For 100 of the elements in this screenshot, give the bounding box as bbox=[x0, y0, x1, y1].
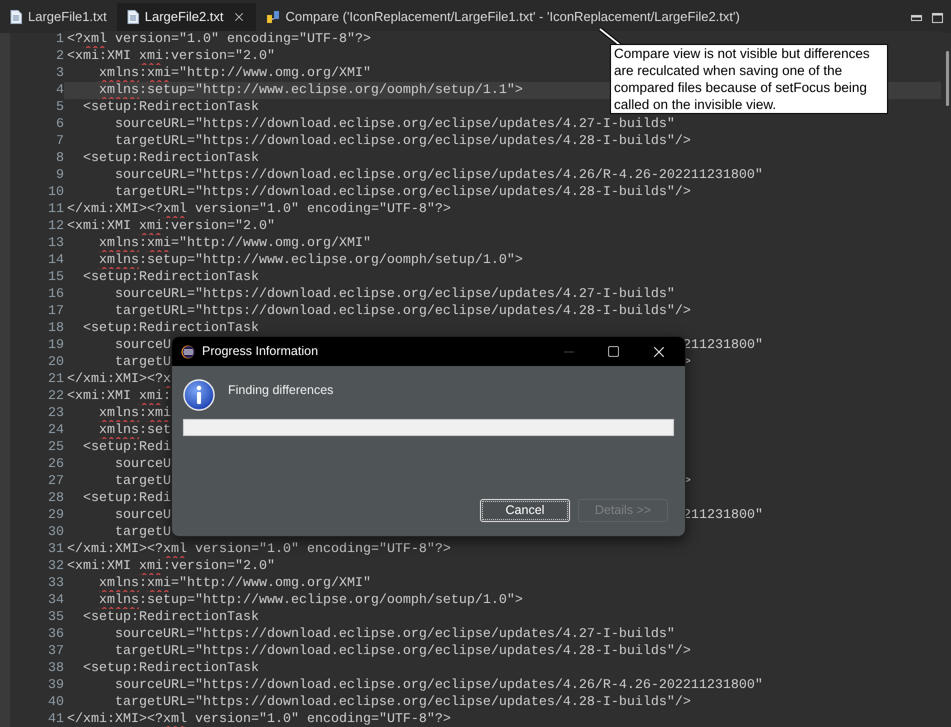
line-number: 4 bbox=[55, 82, 64, 99]
annotation-callout: Compare view is not visible but differences are reculcated when saving one of the compared files because of setFocus being called on the invisible view. bbox=[610, 44, 888, 114]
line-number: 31 bbox=[47, 541, 64, 558]
editor-tab[interactable]: LargeFile2.txt bbox=[116, 3, 256, 33]
code-line: </xmi:XMI><?xml version="1.0" encoding="UTF-8"?> bbox=[67, 201, 451, 218]
line-number: 5 bbox=[55, 99, 64, 116]
dialog-title: Progress Information bbox=[202, 343, 318, 360]
compare-icon bbox=[266, 10, 280, 24]
code-line: <xmi:XMI xmi:version="2.0" bbox=[67, 218, 275, 235]
code-line: <setup:Redi bbox=[82, 439, 171, 456]
line-number: 12 bbox=[47, 218, 64, 235]
code-line: <xmi:XMI xmi: bbox=[67, 388, 171, 405]
scrollbar-thumb[interactable] bbox=[946, 51, 949, 106]
line-number: 24 bbox=[47, 422, 64, 439]
line-number: 40 bbox=[47, 694, 64, 711]
line-number: 39 bbox=[47, 677, 64, 694]
code-line: sourceU bbox=[114, 337, 171, 354]
code-line: targetURL="https://download.eclipse.org/eclipse/updates/4.28-I-builds"/> bbox=[114, 184, 691, 201]
line-number: 37 bbox=[47, 643, 64, 660]
code-line: <setup:RedirectionTask bbox=[82, 269, 259, 286]
line-number: 23 bbox=[47, 405, 64, 422]
line-number: 33 bbox=[47, 575, 64, 592]
code-line: xmlns:xmi="http://www.omg.org/XMI" bbox=[98, 575, 371, 592]
code-line: <setup:RedirectionTask bbox=[82, 99, 259, 116]
code-line: <?xml version="1.0" encoding="UTF-8"?> bbox=[67, 31, 371, 48]
code-line: targetURL="https://download.eclipse.org/eclipse/updates/4.28-I-builds"/> bbox=[114, 133, 691, 150]
code-line: <setup:Redi bbox=[82, 490, 171, 507]
line-number: 14 bbox=[47, 252, 64, 269]
code-line: <setup:RedirectionTask bbox=[82, 660, 259, 677]
line-number: 21 bbox=[47, 371, 64, 388]
code-line: xmlns:setup="http://www.eclipse.org/oomph/setup/1.0"> bbox=[98, 592, 523, 609]
code-line: <setup:RedirectionTask bbox=[82, 320, 259, 337]
line-number: 30 bbox=[47, 524, 64, 541]
view-minimize-icon[interactable] bbox=[911, 15, 922, 21]
code-line: xmlns:setup="http://www.eclipse.org/oomph/setup/1.1"> bbox=[98, 82, 523, 99]
line-number: 10 bbox=[47, 184, 64, 201]
code-line: targetU bbox=[114, 354, 171, 371]
line-number: 2 bbox=[55, 48, 64, 65]
line-number: 35 bbox=[47, 609, 64, 626]
code-line: <xmi:XMI xmi:version="2.0" bbox=[67, 48, 275, 65]
code-line: targetU bbox=[114, 524, 171, 541]
code-line: targetURL="https://download.eclipse.org/eclipse/updates/4.28-I-builds"/> bbox=[114, 643, 691, 660]
code-line: sourceURL="https://download.eclipse.org/eclipse/updates/4.27-I-builds" bbox=[114, 286, 675, 303]
code-line: sourceURL="https://download.eclipse.org/eclipse/updates/4.26/R-4.26-202211231800" bbox=[114, 677, 763, 694]
code-line: </xmi:XMI><?xml version="1.0" encoding="UTF-8"?> bbox=[67, 711, 451, 727]
app-icon bbox=[181, 344, 195, 358]
line-number: 16 bbox=[47, 286, 64, 303]
info-icon bbox=[183, 379, 215, 411]
code-line: xmlns:set bbox=[98, 422, 171, 439]
dialog-button[interactable]: Cancel bbox=[480, 499, 570, 522]
editor-tab[interactable]: LargeFile1.txt bbox=[0, 3, 117, 33]
code-line: <xmi:XMI xmi:version="2.0" bbox=[67, 558, 275, 575]
file-icon bbox=[10, 10, 22, 24]
code-line: xmlns:xmi bbox=[98, 405, 171, 422]
code-line: <setup:RedirectionTask bbox=[82, 150, 259, 167]
line-number: 11 bbox=[47, 201, 64, 218]
file-icon bbox=[126, 10, 139, 24]
line-number: 18 bbox=[47, 320, 64, 337]
line-number: 19 bbox=[47, 337, 64, 354]
progress-message: Finding differences bbox=[228, 382, 334, 399]
code-line: </xmi:XMI><?x bbox=[67, 371, 171, 388]
code-line: </xmi:XMI><?xml version="1.0" encoding="UTF-8"?> bbox=[67, 541, 451, 558]
code-line: sourceU bbox=[114, 507, 171, 524]
code-line: xmlns:setup="http://www.eclipse.org/oomph/setup/1.0"> bbox=[98, 252, 523, 269]
line-number: 25 bbox=[47, 439, 64, 456]
code-line: sourceURL="https://download.eclipse.org/eclipse/updates/4.26/R-4.26-202211231800" bbox=[114, 167, 763, 184]
line-number: 22 bbox=[47, 388, 64, 405]
line-number: 26 bbox=[47, 456, 64, 473]
line-number: 27 bbox=[47, 473, 64, 490]
code-line: <setup:RedirectionTask bbox=[82, 609, 259, 626]
line-number: 29 bbox=[47, 507, 64, 524]
line-number: 34 bbox=[47, 592, 64, 609]
code-line: xmlns:xmi="http://www.omg.org/XMI" bbox=[98, 65, 371, 82]
line-number: 41 bbox=[47, 711, 64, 727]
line-number: 7 bbox=[55, 133, 64, 150]
editor-tab[interactable]: Compare ('IconReplacement/LargeFile1.txt' - 'IconReplacement/LargeFile2.txt') bbox=[256, 3, 750, 33]
code-line: xmlns:xmi="http://www.omg.org/XMI" bbox=[98, 235, 371, 252]
code-fragment: 211231800" bbox=[683, 337, 763, 354]
line-number: 32 bbox=[47, 558, 64, 575]
line-number: 20 bbox=[47, 354, 64, 371]
leader-line bbox=[598, 27, 622, 47]
view-maximize-icon[interactable] bbox=[932, 13, 943, 23]
line-number: 8 bbox=[55, 150, 64, 167]
line-number: 36 bbox=[47, 626, 64, 643]
line-number: 13 bbox=[47, 235, 64, 252]
code-line: sourceU bbox=[114, 456, 171, 473]
code-line: sourceURL="https://download.eclipse.org/eclipse/updates/4.27-I-builds" bbox=[114, 626, 675, 643]
code-line: sourceURL="https://download.eclipse.org/eclipse/updates/4.27-I-builds" bbox=[114, 116, 675, 133]
line-number: 17 bbox=[47, 303, 64, 320]
code-line: targetU bbox=[114, 473, 171, 490]
code-fragment: 211231800" bbox=[683, 507, 763, 524]
line-number: 9 bbox=[55, 167, 64, 184]
line-number: 38 bbox=[47, 660, 64, 677]
line-number: 28 bbox=[47, 490, 64, 507]
line-number: 6 bbox=[55, 116, 64, 133]
maximize-icon[interactable] bbox=[607, 345, 620, 358]
line-number: 1 bbox=[55, 31, 64, 48]
code-line: targetURL="https://download.eclipse.org/eclipse/updates/4.28-I-builds"/> bbox=[114, 694, 691, 711]
code-line: targetURL="https://download.eclipse.org/eclipse/updates/4.28-I-builds"/> bbox=[114, 303, 691, 320]
line-number: 15 bbox=[47, 269, 64, 286]
